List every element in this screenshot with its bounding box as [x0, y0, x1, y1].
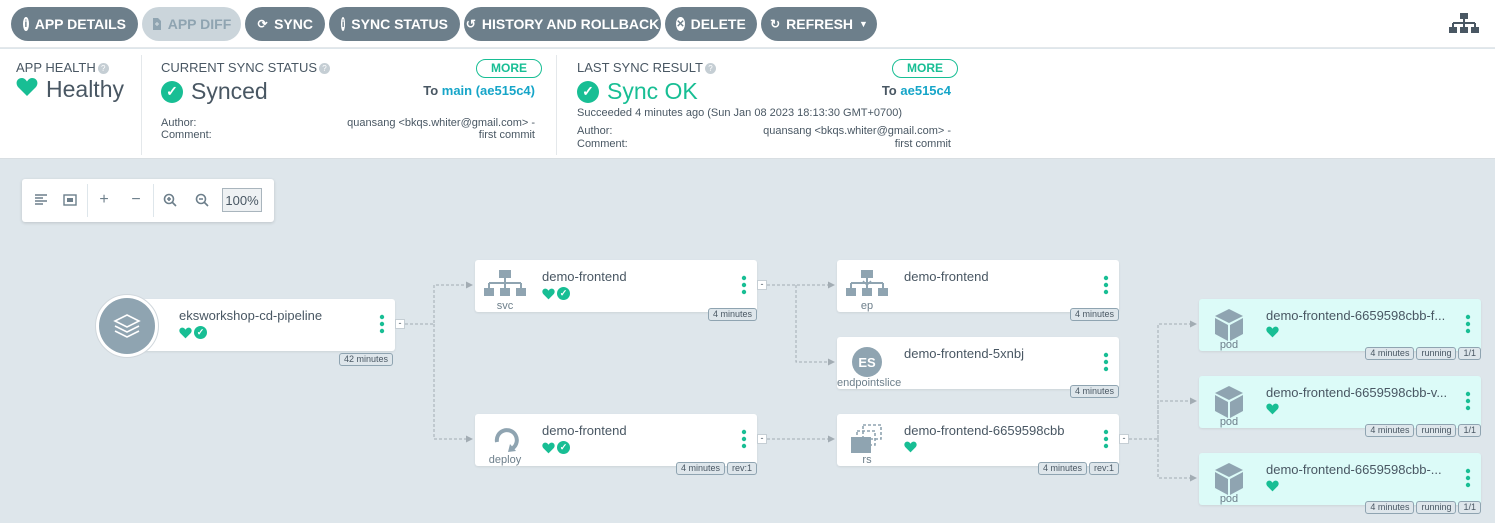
pod-node[interactable]: pod demo-frontend-6659598cbb-f... 4 minu… — [1199, 299, 1481, 360]
collapse-toggle[interactable]: - — [757, 280, 767, 290]
state-tag: running — [1416, 347, 1457, 360]
pod-node[interactable]: pod demo-frontend-6659598cbb-... 4 minut… — [1199, 453, 1481, 514]
node-tags: 42 minutes — [338, 353, 393, 366]
node-kind: endpointslice — [837, 377, 902, 389]
heart-icon — [542, 442, 555, 453]
collapse-toggle[interactable]: - — [1119, 434, 1129, 444]
node-status — [1266, 326, 1279, 338]
heart-icon — [542, 288, 555, 299]
node-name: demo-frontend-6659598cbb-... — [1266, 462, 1442, 477]
age-tag: 4 minutes — [675, 462, 725, 475]
check-circle-icon: ✓ — [557, 287, 570, 300]
node-name: demo-frontend-6659598cbb — [904, 423, 1065, 438]
node-status — [1266, 403, 1279, 415]
node-kind: deploy — [488, 454, 522, 466]
endpointslice-node[interactable]: ES endpointslice demo-frontend-5xnbj 4 m… — [837, 337, 1119, 398]
deployment-icon — [494, 428, 519, 452]
ready-tag: 1/1 — [1458, 347, 1481, 360]
pod-cube-icon — [1215, 463, 1243, 495]
node-name: eksworkshop-cd-pipeline — [179, 308, 323, 323]
node-status: ✓ — [179, 326, 207, 339]
node-kind: svc — [496, 300, 514, 312]
node-kind: pod — [1219, 339, 1239, 351]
node-name: demo-frontend-5xnbj — [904, 346, 1024, 361]
node-tags: 4 minutes running 1/1 — [1365, 347, 1481, 360]
node-status — [1266, 480, 1279, 492]
collapse-toggle[interactable]: - — [395, 319, 405, 329]
state-tag: running — [1416, 501, 1457, 514]
age-tag: 42 minutes — [338, 353, 393, 366]
node-menu-icon[interactable] — [1465, 314, 1471, 334]
endpoints-icon — [846, 270, 888, 296]
node-menu-icon[interactable] — [1103, 429, 1109, 449]
node-status: ✓ — [542, 441, 570, 454]
rs-node[interactable]: rs demo-frontend-6659598cbb 4 minutes re… — [837, 414, 1119, 475]
node-status: ✓ — [542, 287, 570, 300]
node-status — [904, 441, 917, 453]
service-icon — [484, 270, 526, 296]
replicaset-icon — [851, 424, 882, 453]
ready-tag: 1/1 — [1458, 501, 1481, 514]
app-node[interactable]: eksworkshop-cd-pipeline ✓ 42 minutes — [120, 299, 395, 366]
node-name: demo-frontend — [904, 269, 989, 284]
node-menu-icon[interactable] — [741, 275, 747, 295]
node-kind: ep — [860, 300, 874, 312]
ep-node[interactable]: ep demo-frontend 4 minutes — [837, 260, 1119, 321]
node-tags: 4 minutes — [1069, 385, 1119, 398]
age-tag: 4 minutes — [1365, 347, 1415, 360]
age-tag: 4 minutes — [1365, 424, 1415, 437]
age-tag: 4 minutes — [1037, 462, 1087, 475]
node-kind: pod — [1219, 493, 1239, 505]
node-menu-icon[interactable] — [1103, 275, 1109, 295]
revision-tag: rev:1 — [726, 462, 757, 475]
age-tag: 4 minutes — [707, 308, 757, 321]
node-name: demo-frontend — [542, 423, 627, 438]
heart-icon — [1266, 480, 1279, 492]
heart-icon — [1266, 326, 1279, 338]
node-menu-icon[interactable] — [1465, 391, 1471, 411]
pod-node[interactable]: pod demo-frontend-6659598cbb-v... 4 minu… — [1199, 376, 1481, 437]
node-kind: pod — [1219, 416, 1239, 428]
heart-icon — [904, 441, 917, 453]
age-tag: 4 minutes — [1069, 308, 1119, 321]
node-name: demo-frontend-6659598cbb-f... — [1266, 308, 1446, 323]
heart-icon — [1266, 403, 1279, 415]
node-kind: rs — [862, 454, 872, 466]
svc-node[interactable]: svc demo-frontend ✓ 4 minutes — [475, 260, 757, 321]
check-circle-icon: ✓ — [557, 441, 570, 454]
node-menu-icon[interactable] — [741, 429, 747, 449]
node-tags: 4 minutes running 1/1 — [1365, 424, 1481, 437]
layers-icon — [113, 314, 141, 338]
heart-icon — [179, 327, 192, 338]
age-tag: 4 minutes — [1069, 385, 1119, 398]
app-icon — [95, 294, 159, 358]
node-menu-icon[interactable] — [1103, 352, 1109, 372]
node-menu-icon[interactable] — [379, 314, 385, 334]
collapse-toggle[interactable]: - — [757, 434, 767, 444]
node-tags: 4 minutes running 1/1 — [1365, 501, 1481, 514]
ready-tag: 1/1 — [1458, 424, 1481, 437]
age-tag: 4 minutes — [1365, 501, 1415, 514]
node-tags: 4 minutes rev:1 — [675, 462, 757, 475]
node-tags: 4 minutes — [707, 308, 757, 321]
pod-cube-icon — [1215, 309, 1243, 341]
node-name: demo-frontend — [542, 269, 627, 284]
state-tag: running — [1416, 424, 1457, 437]
check-circle-icon: ✓ — [194, 326, 207, 339]
node-menu-icon[interactable] — [1465, 468, 1471, 488]
revision-tag: rev:1 — [1088, 462, 1119, 475]
node-tags: 4 minutes — [1069, 308, 1119, 321]
node-name: demo-frontend-6659598cbb-v... — [1266, 385, 1448, 400]
pod-cube-icon — [1215, 386, 1243, 418]
node-tags: 4 minutes rev:1 — [1037, 462, 1119, 475]
deploy-node[interactable]: deploy demo-frontend ✓ 4 minutes rev:1 — [475, 414, 757, 475]
